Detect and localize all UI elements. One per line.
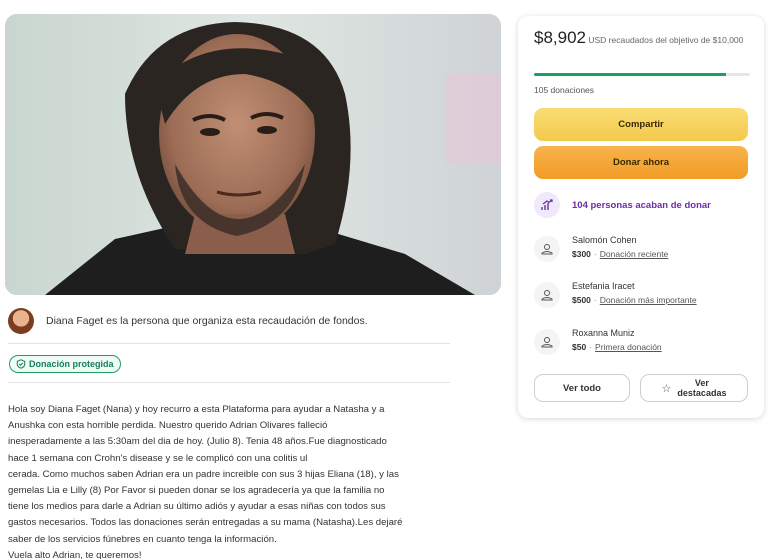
donor-amount: $500 (572, 295, 591, 305)
donate-now-button[interactable]: Donar ahora (534, 146, 748, 179)
donor-tag-link[interactable]: Donación más importante (600, 295, 697, 305)
divider (8, 343, 450, 344)
trending-up-icon (534, 192, 560, 218)
story-line: Anushka con esta horrible perdida. Nuest… (8, 420, 328, 432)
donor-item: Roxanna Muniz $50 · Primera donación (534, 327, 662, 355)
story-line: gemelas Lia e Lilly (8) Por Favor si pue… (8, 485, 385, 497)
campaign-photo (5, 14, 501, 295)
donor-item: Salomón Cohen $300 · Donación reciente (534, 234, 668, 262)
see-top-donations-button[interactable]: ☆ Ver destacadas (640, 374, 748, 402)
donation-hand-icon (534, 329, 560, 355)
see-all-button[interactable]: Ver todo (534, 374, 630, 402)
organizer-text: Diana Faget es la persona que organiza e… (46, 315, 368, 327)
donation-card: $8,902 USD recaudados del objetivo de $1… (518, 16, 764, 418)
donor-amount: $300 (572, 249, 591, 259)
story-line: tiene los medios para darle a Adrian su … (8, 501, 386, 513)
star-icon: ☆ (661, 382, 672, 395)
story-line: gastos necesarios. Todos las donaciones … (8, 517, 403, 529)
donor-name: Roxanna Muniz (572, 328, 635, 338)
donations-count: 105 donaciones (534, 85, 595, 95)
donor-item: Estefania Iracet $500 · Donación más impor… (534, 280, 697, 308)
divider (8, 382, 450, 383)
organizer-avatar[interactable] (8, 308, 34, 334)
see-top-label: Ver destacadas (677, 378, 727, 398)
recent-donors-row[interactable]: 104 personas acaban de donar (534, 192, 711, 218)
protected-donation-badge[interactable]: Donación protegida (9, 355, 121, 373)
story-line: inesperadamente a las 5:30am del dia de … (8, 436, 387, 448)
donor-name: Salomón Cohen (572, 235, 637, 245)
raised-amount: $8,902 (534, 28, 586, 47)
badge-label: Donación protegida (29, 359, 114, 369)
story-line: Hola soy Diana Faget (Nana) y hoy recurr… (8, 404, 385, 415)
recent-donors-text: 104 personas acaban de donar (572, 199, 711, 211)
organizer-row: Diana Faget es la persona que organiza e… (8, 306, 450, 336)
shield-check-icon (16, 359, 26, 369)
raised-summary: $8,902 USD recaudados del objetivo de $1… (534, 29, 754, 46)
progress-fill (534, 73, 727, 76)
story-line: hace 1 semana con Crohn's disease y se l… (8, 452, 308, 464)
donor-tag-link[interactable]: Primera donación (595, 342, 662, 352)
raised-goal-text: USD recaudados del objetivo de $10,000 (588, 35, 744, 45)
progress-bar (534, 73, 750, 76)
donation-hand-icon (534, 236, 560, 262)
donation-hand-icon (534, 282, 560, 308)
story-line: Vuela alto Adrian, te queremos! (8, 549, 142, 559)
donor-tag-link[interactable]: Donación reciente (600, 249, 669, 259)
story-line: cerada. Como muchos saben Adrian era un … (8, 468, 399, 480)
donor-amount: $50 (572, 342, 587, 352)
share-button[interactable]: Compartir (534, 108, 748, 141)
story-line: saber de los servicios fúnebres en cuant… (8, 533, 277, 545)
donor-name: Estefania Iracet (572, 281, 635, 291)
campaign-story: Hola soy Diana Faget (Nana) y hoy recurr… (8, 402, 458, 559)
